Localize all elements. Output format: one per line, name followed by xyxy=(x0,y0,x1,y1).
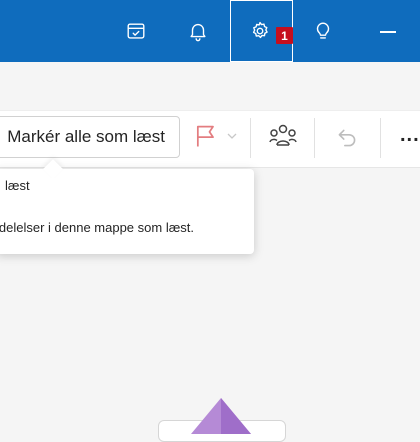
tooltip: læst ldelelser i denne mappe som læst. xyxy=(0,159,254,254)
empty-state-illustration xyxy=(191,398,251,434)
minimize-icon[interactable] xyxy=(380,31,396,33)
tooltip-title: læst xyxy=(5,178,30,193)
people-group-icon[interactable] xyxy=(267,123,299,153)
toolbar-divider xyxy=(250,118,251,158)
top-bar: 1 xyxy=(0,0,420,62)
toolbar-divider xyxy=(380,118,381,158)
my-day-icon xyxy=(127,23,145,39)
notifications-button[interactable] xyxy=(180,0,216,62)
settings-badge: 1 xyxy=(276,27,293,44)
mark-all-read-button[interactable]: Markér alle som læst xyxy=(0,116,180,158)
more-options-button[interactable]: ... xyxy=(400,124,420,147)
chevron-down-icon xyxy=(227,133,237,139)
my-day-button[interactable] xyxy=(118,0,154,62)
mark-all-read-label: Markér alle som læst xyxy=(7,127,165,146)
tips-button[interactable] xyxy=(305,0,341,62)
gear-icon xyxy=(252,21,268,39)
tooltip-body: ldelelser i denne mappe som læst. xyxy=(0,220,194,235)
lightbulb-icon xyxy=(316,22,330,39)
bell-icon xyxy=(190,23,206,42)
undo-icon[interactable] xyxy=(334,125,360,151)
flag-button[interactable] xyxy=(192,122,238,150)
flag-icon xyxy=(196,125,214,147)
toolbar-divider xyxy=(314,118,315,158)
